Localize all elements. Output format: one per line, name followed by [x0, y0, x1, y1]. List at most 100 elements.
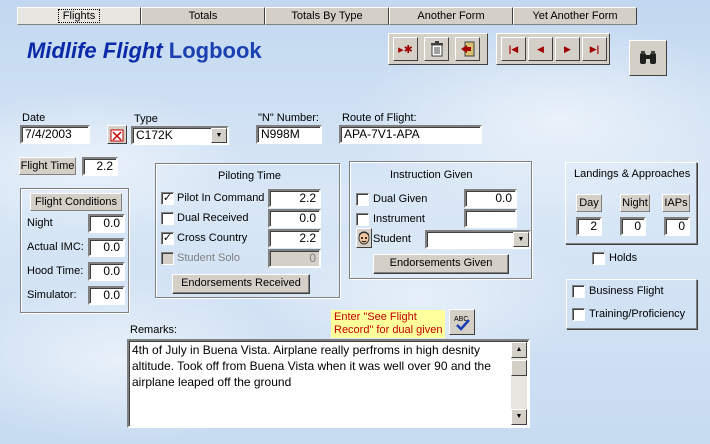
simulator-field[interactable]: 0.0 [88, 286, 125, 305]
find-button[interactable] [629, 40, 667, 76]
exit-door-icon [460, 41, 474, 57]
tab-flights[interactable]: Flights [17, 7, 141, 25]
instrument-field[interactable] [464, 209, 517, 228]
pic-checkbox[interactable]: ✓ [161, 192, 174, 205]
dual-received-label: Dual Received [177, 212, 249, 224]
calendar-icon [110, 129, 124, 141]
night-landings-field[interactable]: 0 [620, 217, 646, 236]
dual-given-note: Enter "See Flight Record" for dual given [331, 310, 446, 338]
dual-given-label: Dual Given [373, 193, 428, 205]
student-lookup-button[interactable] [356, 228, 372, 248]
chevron-up-icon: ▲ [515, 346, 523, 353]
dual-received-field[interactable]: 0.0 [268, 209, 321, 228]
record-toolbar: ▸✱ [388, 33, 488, 65]
page-title: Midlife Flight Logbook [27, 38, 262, 64]
business-flight-label: Business Flight [589, 285, 664, 297]
endorsements-given-button[interactable]: Endorsements Given [373, 254, 509, 274]
last-record-button[interactable]: ▶| [582, 37, 607, 61]
trash-icon [430, 41, 443, 57]
instrument-checkbox[interactable] [356, 213, 369, 226]
first-record-icon: |◀ [508, 43, 519, 54]
date-field[interactable]: 7/4/2003 [20, 125, 90, 144]
piloting-time-title: Piloting Time [218, 170, 281, 182]
delete-record-button[interactable] [424, 37, 449, 61]
tab-another-form[interactable]: Another Form [389, 7, 513, 25]
tab-yet-another-form[interactable]: Yet Another Form [513, 7, 637, 25]
business-flight-checkbox[interactable] [572, 285, 585, 298]
flight-time-field[interactable]: 2.2 [82, 157, 118, 176]
student-solo-field[interactable]: 0 [268, 249, 321, 268]
landings-approaches-title: Landings & Approaches [574, 168, 691, 180]
previous-record-icon: ◀ [537, 43, 544, 54]
dual-received-checkbox[interactable] [161, 212, 174, 225]
tab-another-form-label: Another Form [417, 10, 485, 22]
calendar-button[interactable] [107, 125, 127, 144]
pic-field[interactable]: 2.2 [268, 189, 321, 208]
tab-totals-by-type-label: Totals By Type [291, 10, 363, 22]
day-label: Day [576, 194, 602, 212]
tab-yet-another-form-label: Yet Another Form [532, 10, 618, 22]
remarks-label: Remarks: [130, 324, 178, 336]
remarks-text: 4th of July in Buena Vista. Airplane rea… [132, 343, 491, 389]
date-label: Date [22, 112, 46, 124]
cross-country-checkbox[interactable]: ✓ [161, 232, 174, 245]
next-record-button[interactable]: ▶ [555, 37, 580, 61]
instruction-given-title: Instruction Given [390, 169, 473, 181]
endorsements-received-button[interactable]: Endorsements Received [172, 274, 310, 294]
spell-check-icon: ABC [454, 316, 470, 331]
night-field[interactable]: 0.0 [88, 214, 125, 233]
dual-given-field[interactable]: 0.0 [464, 189, 517, 208]
n-number-field[interactable]: N998M [256, 125, 322, 144]
first-record-button[interactable]: |◀ [501, 37, 526, 61]
flight-time-label: Flight Time [19, 157, 76, 175]
chevron-down-icon: ▼ [215, 132, 223, 139]
hood-time-field[interactable]: 0.0 [88, 262, 125, 281]
simulator-label: Simulator: [27, 289, 77, 301]
tab-totals[interactable]: Totals [141, 7, 265, 25]
holds-checkbox[interactable] [592, 252, 605, 265]
previous-record-button[interactable]: ◀ [528, 37, 553, 61]
dual-given-note-line-2: Record" for dual given [334, 324, 443, 336]
pic-label: Pilot In Command [177, 192, 265, 204]
scroll-thumb[interactable] [511, 360, 527, 376]
day-landings-field[interactable]: 2 [576, 217, 602, 236]
dual-given-checkbox[interactable] [356, 193, 369, 206]
navigation-toolbar: |◀ ◀ ▶ ▶| [496, 33, 610, 65]
tab-totals-by-type[interactable]: Totals By Type [265, 7, 389, 25]
actual-imc-label: Actual IMC: [27, 241, 84, 253]
type-label: Type [134, 113, 158, 125]
spell-check-button[interactable]: ABC [449, 309, 475, 335]
actual-imc-field[interactable]: 0.0 [88, 238, 125, 257]
night-landings-label: Night [620, 194, 650, 212]
chevron-down-icon: ▼ [517, 236, 525, 243]
training-label: Training/Proficiency [589, 308, 686, 320]
chevron-down-icon: ▼ [515, 413, 523, 420]
scroll-up-button[interactable]: ▲ [511, 342, 527, 358]
binoculars-icon [640, 51, 656, 64]
n-number-label: "N" Number: [258, 112, 319, 124]
student-dropdown-button[interactable]: ▼ [513, 232, 529, 247]
new-record-button[interactable]: ▸✱ [393, 37, 418, 61]
holds-label: Holds [609, 252, 638, 264]
type-select-value: C172K [136, 128, 173, 142]
next-record-icon: ▶ [564, 43, 571, 54]
scroll-down-button[interactable]: ▼ [511, 409, 527, 425]
remarks-textarea[interactable]: 4th of July in Buena Vista. Airplane rea… [127, 339, 530, 428]
training-checkbox[interactable] [572, 308, 585, 321]
remarks-scrollbar[interactable]: ▲ ▼ [511, 342, 527, 425]
student-label: Student [373, 233, 411, 245]
type-dropdown-button[interactable]: ▼ [211, 128, 227, 143]
tab-flights-label: Flights [57, 9, 101, 23]
route-field[interactable]: APA-7V1-APA [339, 125, 482, 144]
student-face-icon [358, 231, 370, 245]
student-solo-checkbox[interactable] [161, 252, 174, 265]
route-label: Route of Flight: [342, 112, 417, 124]
iaps-field[interactable]: 0 [664, 217, 690, 236]
last-record-icon: ▶| [589, 43, 600, 54]
hood-time-label: Hood Time: [27, 265, 84, 277]
cross-country-field[interactable]: 2.2 [268, 229, 321, 248]
exit-button[interactable] [455, 37, 480, 61]
tab-totals-label: Totals [188, 10, 218, 22]
cross-country-label: Cross Country [177, 232, 248, 244]
title-rest: Logbook [168, 38, 262, 63]
